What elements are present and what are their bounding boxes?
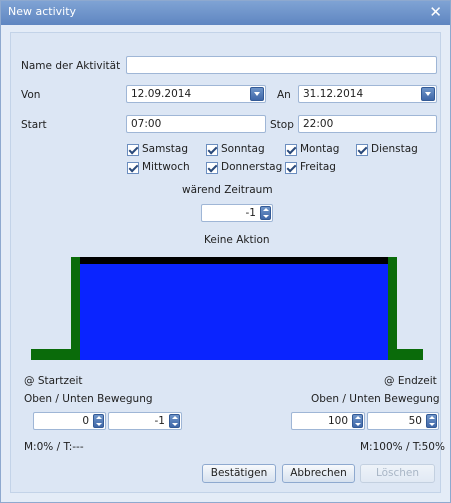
checkbox[interactable] [356,144,368,156]
chevron-down-icon[interactable] [421,87,435,101]
timeline-level-after [397,349,423,360]
checkbox[interactable] [127,144,139,156]
end-time-label: @ Endzeit [384,375,437,387]
checkbox[interactable] [206,144,218,156]
action-label: Keine Aktion [204,234,270,246]
day-label: Samstag [142,143,189,155]
timeline-start-edge [71,257,80,360]
an-datepicker[interactable]: 31.12.2014 [298,85,437,103]
start-time-label: @ Startzeit [24,375,83,387]
von-datepicker[interactable]: 12.09.2014 [126,85,266,103]
spinner-arrows-icon[interactable] [93,414,104,428]
name-input[interactable] [126,56,437,74]
spinner-arrows-icon[interactable] [352,414,363,428]
checkbox[interactable] [127,162,139,174]
period-spinner[interactable]: -1 [201,204,273,222]
start-position-spinner[interactable]: 0 [33,412,106,430]
end-position-spinner[interactable]: 100 [291,412,365,430]
an-value: 31.12.2014 [303,88,364,100]
spinner-arrows-icon[interactable] [169,414,180,428]
end-movement-label: Oben / Unten Bewegung [311,393,440,405]
day-label: Donnerstag [221,161,283,173]
timeline-active-fill [80,257,388,360]
day-label: Sonntag [221,143,265,155]
start-tilt-spinner[interactable]: -1 [108,412,182,430]
timeline-top-bar [80,257,388,264]
spinner-arrows-icon[interactable] [426,414,437,428]
start-position-value: 0 [82,415,89,427]
confirm-button[interactable]: Bestätigen [202,464,276,483]
cancel-button[interactable]: Abbrechen [282,464,355,483]
timeline-end-edge [388,257,397,360]
day-label: Freitag [300,161,336,173]
checkbox[interactable] [285,144,297,156]
delete-button[interactable]: Löschen [360,464,435,483]
von-value: 12.09.2014 [131,88,192,100]
end-position-value: 100 [327,415,348,427]
period-label: wärend Zeitraum [182,184,273,196]
von-label: Von [21,89,41,101]
timeline-level-before [31,349,71,360]
stop-label: Stop [270,119,294,131]
name-label: Name der Aktivität [21,60,121,72]
checkbox[interactable] [285,162,297,174]
start-label: Start [21,119,47,131]
checkbox[interactable] [206,162,218,174]
day-label: Dienstag [371,143,418,155]
start-time-input[interactable]: 07:00 [126,115,266,133]
stop-time-input[interactable]: 22:00 [298,115,437,133]
period-value: -1 [245,207,256,219]
close-icon[interactable]: ✕ [429,3,442,21]
dialog-window: New activity ✕ Name der Aktivität Von 12… [0,0,451,503]
title-bar[interactable]: New activity ✕ [1,1,450,25]
day-label: Mittwoch [142,161,190,173]
start-tilt-value: -1 [154,415,165,427]
start-movement-label: Oben / Unten Bewegung [24,393,153,405]
activity-timeline [31,256,423,360]
form-panel: Name der Aktivität Von 12.09.2014 An 31.… [10,32,445,493]
day-label: Montag [300,143,340,155]
end-tilt-spinner[interactable]: 50 [367,412,439,430]
spinner-arrows-icon[interactable] [260,206,271,220]
chevron-down-icon[interactable] [250,87,264,101]
an-label: An [277,89,291,101]
end-tilt-value: 50 [408,415,422,427]
end-status: M:100% / T:50% [360,441,445,453]
start-status: M:0% / T:--- [24,441,84,453]
window-title: New activity [8,5,77,18]
